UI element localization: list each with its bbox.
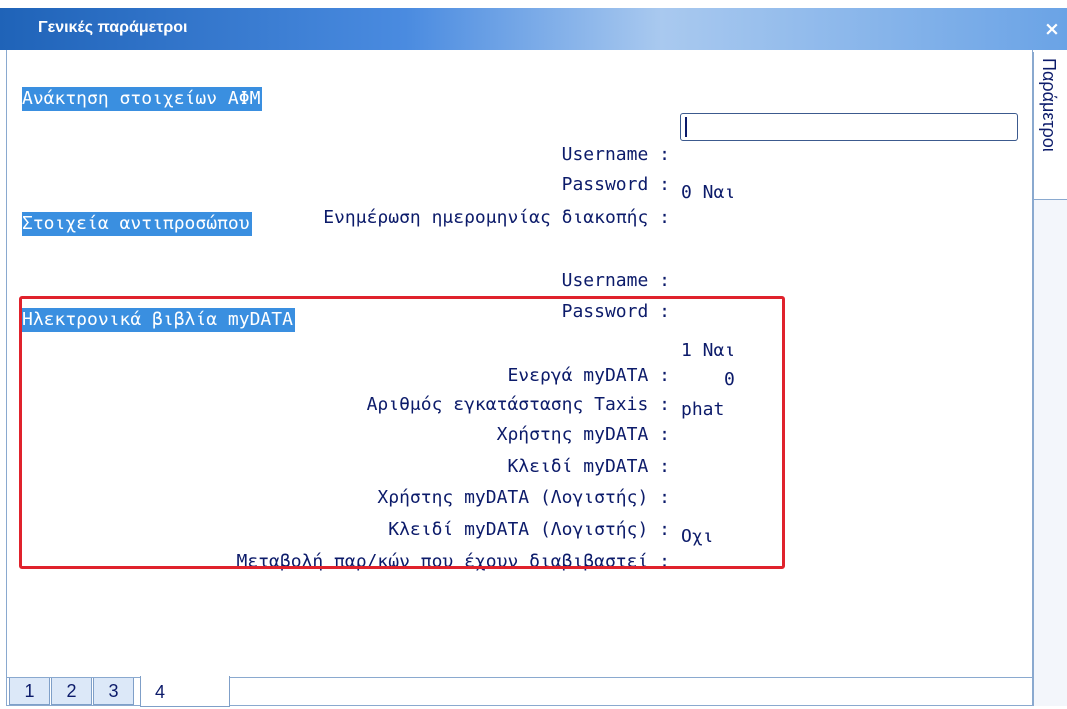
section-header-representative: Στοιχεία αντιπροσώπου <box>22 212 252 236</box>
side-tab-parameters[interactable]: Παράμετροι <box>1033 52 1067 200</box>
tab-2[interactable]: 2 <box>51 678 92 705</box>
afm-stop-date-label: Ενημέρωση ημερομηνίας διακοπής : <box>323 207 670 228</box>
afm-username-row: Username : <box>0 117 670 165</box>
afm-password-row: Password : <box>0 147 670 195</box>
afm-stop-date-row: Ενημέρωση ημερομηνίας διακοπής : <box>0 180 670 228</box>
side-tab-label: Παράμετροι <box>1039 58 1059 152</box>
section-header-afm: Ανάκτηση στοιχείων ΑΦΜ <box>22 87 263 111</box>
window-title: Γενικές παράμετροι <box>38 19 188 36</box>
close-icon[interactable]: × <box>1038 14 1066 44</box>
tab-4[interactable]: 4 <box>140 676 230 707</box>
mydata-highlight-frame <box>19 296 785 569</box>
afm-stop-date-value[interactable]: 0 Ναι <box>681 180 735 205</box>
parameters-window: Γενικές παράμετροι × Παράμετροι Ανάκτηση… <box>0 0 1067 709</box>
title-bar[interactable]: Γενικές παράμετροι × <box>0 8 1067 50</box>
tab-1[interactable]: 1 <box>9 678 50 705</box>
tab-3[interactable]: 3 <box>93 678 134 705</box>
text-caret <box>685 117 687 137</box>
side-rail <box>1033 200 1067 706</box>
rep-username-row: Username : <box>0 243 670 291</box>
afm-username-input[interactable] <box>680 113 1018 141</box>
